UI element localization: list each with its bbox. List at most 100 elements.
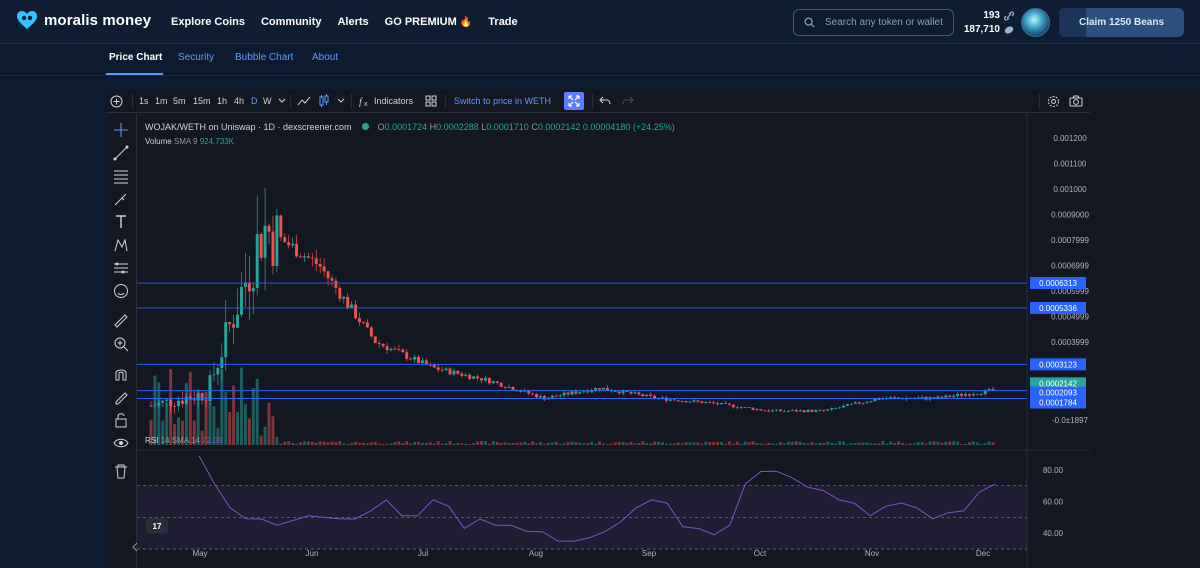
volume-bar bbox=[369, 442, 373, 445]
emoji-icon[interactable] bbox=[113, 283, 129, 299]
tab-price-chart[interactable]: Price Chart bbox=[109, 52, 162, 63]
candle-body bbox=[814, 410, 818, 412]
candle-body bbox=[149, 405, 153, 407]
indicators-button[interactable]: Indicators bbox=[374, 96, 413, 106]
switch-to-weth-button[interactable]: Switch to price in WETH bbox=[454, 96, 551, 106]
volume-bar bbox=[436, 441, 440, 445]
tab-bar: Price Chart Security Bubble Chart About bbox=[0, 44, 1200, 76]
interval-15m[interactable]: 15m bbox=[193, 96, 211, 106]
interval-1m[interactable]: 1m bbox=[155, 96, 168, 106]
candle-body bbox=[810, 409, 814, 412]
chevron-down-icon[interactable] bbox=[337, 98, 345, 104]
candle-body bbox=[436, 367, 440, 370]
nav-community[interactable]: Community bbox=[261, 16, 322, 28]
interval-5m[interactable]: 5m bbox=[173, 96, 186, 106]
line-chart-icon[interactable] bbox=[297, 95, 311, 107]
interval-d[interactable]: D bbox=[251, 96, 258, 106]
logo[interactable]: moralis money bbox=[16, 10, 151, 30]
camera-icon[interactable] bbox=[1069, 95, 1083, 107]
price-label-text: 0.0005336 bbox=[1039, 304, 1077, 313]
crosshair-icon[interactable] bbox=[113, 122, 129, 138]
lock-icon[interactable] bbox=[113, 412, 129, 428]
search-box[interactable] bbox=[793, 9, 954, 36]
fullscreen-button[interactable] bbox=[564, 92, 584, 110]
undo-icon[interactable] bbox=[599, 96, 611, 106]
tradingview-logo[interactable]: 17 bbox=[146, 518, 168, 534]
candle-body bbox=[421, 360, 424, 364]
chevron-down-icon[interactable] bbox=[278, 98, 286, 104]
tab-bubble-chart[interactable]: Bubble Chart bbox=[235, 52, 293, 63]
candle-body bbox=[944, 395, 948, 398]
volume-bar bbox=[338, 441, 342, 445]
candles-icon[interactable] bbox=[319, 94, 329, 108]
price-label-text: 0.0003123 bbox=[1039, 360, 1077, 369]
volume-bar bbox=[661, 442, 664, 445]
volume-bar bbox=[613, 442, 617, 445]
volume-bar bbox=[637, 442, 641, 445]
claim-beans-button[interactable]: Claim 1250 Beans bbox=[1059, 8, 1184, 37]
trend-line-icon[interactable] bbox=[113, 145, 129, 161]
candle-body bbox=[849, 403, 853, 405]
price-chart[interactable]: 80.00 60.00 40.00 0.001200 0.001100 0.001000… bbox=[137, 114, 1090, 568]
candle-body bbox=[228, 322, 232, 325]
avatar[interactable] bbox=[1021, 8, 1050, 37]
ruler-icon[interactable] bbox=[113, 313, 129, 329]
candle-body bbox=[326, 271, 330, 279]
link-icon bbox=[1004, 11, 1014, 21]
settings-gear-icon[interactable] bbox=[1047, 95, 1060, 108]
zoom-in-icon[interactable] bbox=[113, 336, 129, 352]
candle-body bbox=[165, 399, 169, 401]
layouts-icon[interactable] bbox=[425, 95, 437, 107]
nav-alerts[interactable]: Alerts bbox=[337, 16, 368, 28]
magnet-icon[interactable] bbox=[113, 366, 129, 382]
volume-bar bbox=[228, 411, 232, 445]
volume-bar bbox=[590, 441, 594, 445]
volume-bar bbox=[527, 443, 531, 445]
candle-body bbox=[361, 322, 365, 323]
candle-body bbox=[692, 400, 696, 402]
nav-go-premium[interactable]: GO PREMIUM 🔥 bbox=[385, 16, 473, 28]
search-input[interactable] bbox=[825, 17, 945, 28]
fib-lines-icon[interactable] bbox=[113, 168, 129, 184]
tab-security[interactable]: Security bbox=[178, 52, 214, 63]
volume-bar bbox=[645, 443, 649, 445]
candle-body bbox=[763, 410, 767, 412]
volume-bar bbox=[885, 443, 889, 445]
brush-icon[interactable] bbox=[113, 191, 129, 207]
volume-bar bbox=[275, 436, 279, 445]
candle-body bbox=[731, 404, 735, 408]
svg-text:f: f bbox=[359, 97, 363, 107]
redo-icon[interactable] bbox=[622, 96, 634, 106]
volume-bar bbox=[153, 375, 157, 445]
tab-about[interactable]: About bbox=[312, 52, 338, 63]
text-icon[interactable] bbox=[113, 214, 129, 230]
volume-bar bbox=[763, 443, 767, 445]
nav-explore-coins[interactable]: Explore Coins bbox=[171, 16, 245, 28]
pattern-icon[interactable] bbox=[113, 237, 129, 253]
volume-bar bbox=[224, 392, 228, 445]
volume-bar bbox=[389, 443, 393, 445]
volume-bar bbox=[798, 441, 802, 445]
volume-bar bbox=[664, 443, 668, 445]
fx-indicators-icon[interactable]: fx bbox=[359, 95, 371, 107]
interval-1s[interactable]: 1s bbox=[139, 96, 149, 106]
interval-1h[interactable]: 1h bbox=[217, 96, 227, 106]
interval-4h[interactable]: 4h bbox=[234, 96, 244, 106]
candle-body bbox=[177, 400, 180, 407]
trash-icon[interactable] bbox=[113, 463, 129, 479]
pair-title: WOJAK/WETH on Uniswap · 1D · dexscreener… bbox=[145, 122, 352, 132]
nav-trade[interactable]: Trade bbox=[488, 16, 517, 28]
stay-drawing-icon[interactable] bbox=[113, 389, 129, 405]
volume-bar bbox=[653, 441, 657, 445]
add-symbol-icon[interactable] bbox=[110, 95, 123, 108]
candle-body bbox=[960, 393, 964, 396]
volume-bar bbox=[834, 443, 838, 445]
candle-body bbox=[263, 225, 267, 258]
candle-body bbox=[216, 368, 220, 375]
volume-bar bbox=[472, 443, 476, 445]
prediction-icon[interactable] bbox=[113, 260, 129, 276]
eye-icon[interactable] bbox=[113, 435, 129, 451]
interval-w[interactable]: W bbox=[263, 96, 272, 106]
volume-bar bbox=[857, 442, 861, 445]
volume-bar bbox=[350, 442, 354, 445]
